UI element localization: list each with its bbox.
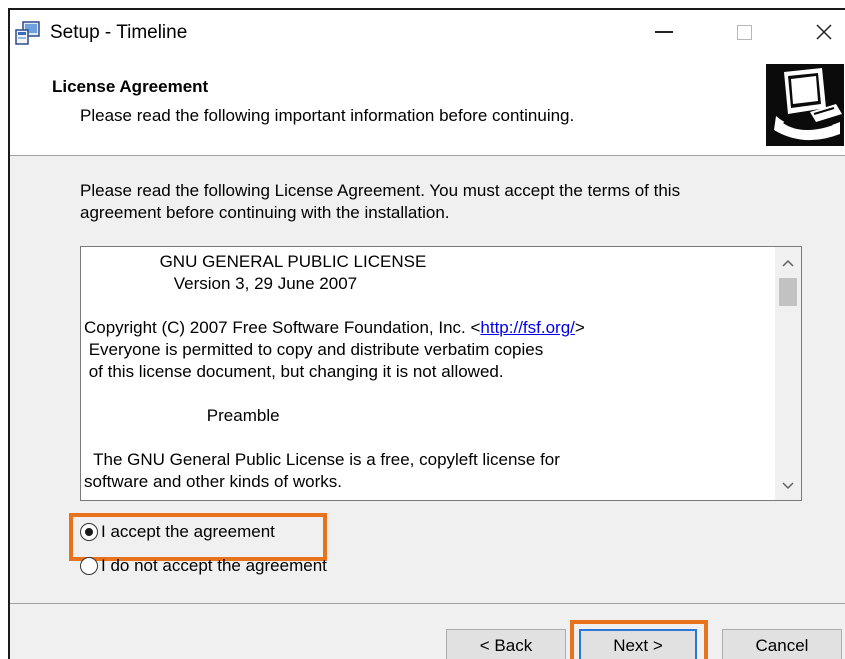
chevron-up-icon [782, 259, 794, 267]
license-line-preamble: Preamble [84, 406, 280, 425]
fsf-link[interactable]: http://fsf.org/ [480, 318, 575, 337]
accept-label[interactable]: I accept the agreement [101, 522, 275, 542]
intro-line-2: agreement before continuing with the ins… [80, 203, 450, 222]
license-textbox[interactable]: GNU GENERAL PUBLIC LICENSE Version 3, 29… [80, 246, 802, 501]
wizard-header: License Agreement Please read the follow… [10, 54, 845, 156]
license-line: The GNU General Public License is a free… [84, 450, 560, 469]
scroll-thumb[interactable] [779, 278, 797, 306]
license-line: GNU GENERAL PUBLIC LICENSE [84, 252, 427, 271]
close-icon [816, 24, 832, 40]
setup-app-icon [15, 21, 40, 45]
setup-window: Setup - Timeline License Agreement Pleas… [8, 8, 845, 659]
license-content: GNU GENERAL PUBLIC LICENSE Version 3, 29… [84, 251, 764, 493]
copyright-suffix: > [574, 318, 585, 337]
copyright-text: Copyright (C) 2007 Free Software Foundat… [84, 318, 481, 337]
footer-divider [10, 603, 845, 604]
license-line-copyright: Copyright (C) 2007 Free Software Foundat… [84, 317, 764, 339]
back-button[interactable]: < Back [446, 629, 566, 659]
license-line: of this license document, but changing i… [84, 362, 504, 381]
decline-label[interactable]: I do not accept the agreement [101, 556, 327, 576]
maximize-icon [736, 24, 752, 40]
minimize-button[interactable] [636, 10, 692, 54]
page-title: License Agreement [52, 77, 209, 96]
scroll-up-button[interactable] [775, 251, 801, 275]
scroll-down-button[interactable] [775, 474, 801, 498]
page-subtitle: Please read the following important info… [80, 106, 575, 125]
maximize-button[interactable] [716, 10, 772, 54]
minimize-icon [655, 31, 673, 33]
accept-radio-option[interactable]: I accept the agreement [80, 522, 275, 542]
license-line: Everyone is permitted to copy and distri… [84, 340, 544, 359]
setup-computer-icon [766, 64, 844, 146]
decline-radio-button[interactable] [80, 557, 98, 575]
intro-text: Please read the following License Agreem… [80, 180, 780, 224]
cancel-button[interactable]: Cancel [722, 629, 842, 659]
license-line: Version 3, 29 June 2007 [84, 274, 358, 293]
license-line: software and other kinds of works. [84, 472, 342, 491]
accept-radio-button[interactable] [80, 523, 98, 541]
close-button[interactable] [796, 10, 845, 54]
window-title: Setup - Timeline [50, 22, 188, 43]
license-scrollbar[interactable] [775, 247, 801, 500]
decline-radio-option[interactable]: I do not accept the agreement [80, 556, 327, 576]
next-button[interactable]: Next > [579, 629, 697, 659]
chevron-down-icon [782, 482, 794, 490]
intro-line-1: Please read the following License Agreem… [80, 181, 681, 200]
title-bar[interactable]: Setup - Timeline [10, 10, 845, 54]
